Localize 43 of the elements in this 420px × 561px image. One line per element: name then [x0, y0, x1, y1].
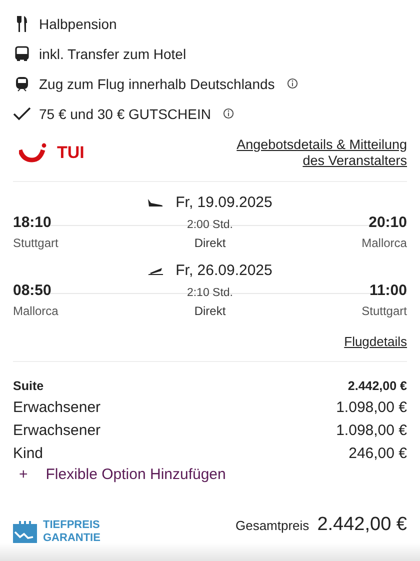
info-icon[interactable] — [286, 78, 298, 89]
departure-city: Stuttgart — [13, 236, 60, 250]
price-amount: 1.098,00 € — [336, 399, 407, 416]
flight-duration: 2:00 Std. — [186, 218, 234, 233]
price-label: Erwachsener — [13, 422, 101, 439]
price-amount: 1.098,00 € — [336, 422, 407, 439]
departure-city: Mallorca — [13, 304, 60, 318]
feature-text: Halbpension — [39, 16, 117, 32]
price-label: Suite — [13, 379, 44, 393]
departure-time: 08:50 — [13, 282, 52, 301]
feature-text: Zug zum Flug innerhalb Deutschlands — [39, 76, 275, 92]
train-icon — [15, 75, 29, 92]
flight-stops: Direkt — [193, 304, 227, 318]
arrival-time: 20:10 — [368, 214, 407, 233]
info-icon[interactable] — [222, 108, 234, 119]
check-icon — [13, 106, 31, 120]
flight-duration: 2:10 Std. — [186, 286, 234, 301]
arrival-city: Mallorca — [360, 236, 407, 250]
flight-date: Fr, 19.09.2025 — [176, 194, 272, 211]
departure-time: 18:10 — [13, 214, 52, 233]
total-label: Gesamtpreis — [235, 518, 310, 533]
price-label: Kind — [13, 445, 44, 462]
price-amount: 246,00 € — [348, 445, 407, 462]
feature-text: 75 € und 30 € GUTSCHEIN — [39, 106, 211, 122]
bus-icon — [15, 46, 29, 62]
offer-details-link[interactable]: Angebotsdetails & Mitteilung des Veranstalters — [227, 137, 407, 169]
flight-date: Fr, 26.09.2025 — [176, 262, 272, 279]
cutlery-icon — [16, 16, 28, 32]
total-amount: 2.442,00 € — [317, 514, 407, 536]
logo-icon — [19, 143, 49, 163]
flight-stops: Direkt — [193, 236, 227, 250]
flight-details-link[interactable]: Flugdetails — [344, 334, 407, 349]
feature-text: inkl. Transfer zum Hotel — [39, 46, 186, 62]
arrival-city: Stuttgart — [360, 304, 407, 318]
logo-text: TUI — [57, 143, 84, 163]
calendar-icon — [13, 521, 37, 543]
badge-text: TIEFPREIS GARANTIE — [43, 519, 100, 545]
arrival-time: 11:00 — [368, 282, 407, 301]
plane-icon — [148, 198, 164, 206]
price-label: Erwachsener — [13, 399, 101, 416]
plane-icon — [148, 266, 164, 274]
price-amount: 2.442,00 € — [348, 379, 407, 393]
add-option-button[interactable]: + Flexible Option Hinzufügen — [13, 466, 407, 483]
